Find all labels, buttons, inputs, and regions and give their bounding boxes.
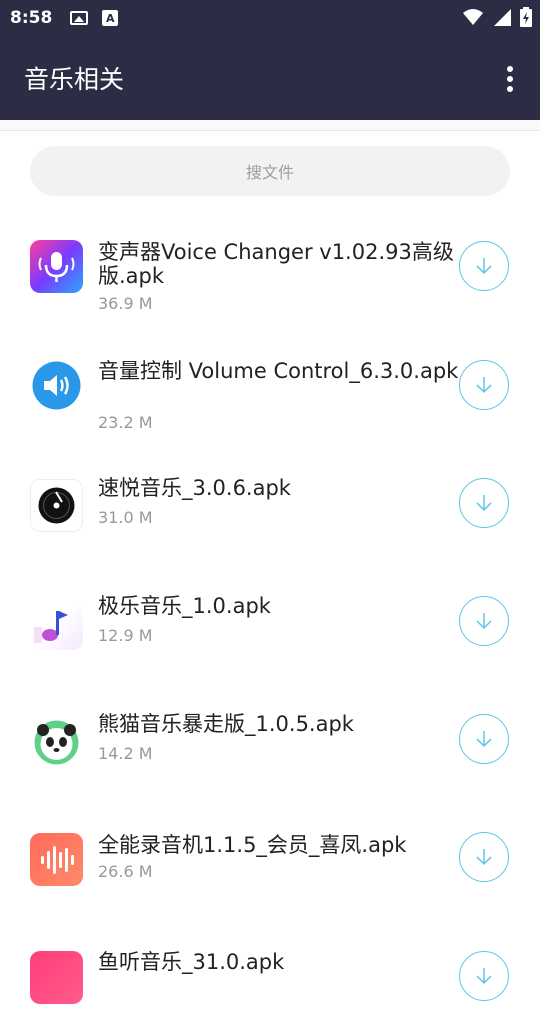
music-note-icon — [30, 597, 83, 650]
divider — [0, 120, 540, 131]
volume-icon — [30, 359, 83, 412]
download-icon — [476, 495, 492, 512]
list-item[interactable]: 极乐音乐_1.0.apk 12.9 M — [0, 563, 540, 681]
file-name: 极乐音乐_1.0.apk — [98, 594, 271, 618]
image-icon — [70, 11, 89, 25]
file-name: 速悦音乐_3.0.6.apk — [98, 476, 291, 500]
file-name: 鱼听音乐_31.0.apk — [98, 950, 285, 974]
download-button[interactable] — [459, 832, 509, 882]
file-name: 全能录音机1.1.5_会员_喜凤.apk — [98, 833, 407, 857]
download-icon — [476, 968, 492, 985]
file-size: 14.2 M — [98, 744, 153, 763]
music-disc-icon — [30, 479, 83, 532]
list-item[interactable]: 鱼听音乐_31.0.apk — [0, 917, 540, 1035]
file-size: 31.0 M — [98, 508, 153, 527]
list-item[interactable]: 熊猫音乐暴走版_1.0.5.apk 14.2 M — [0, 681, 540, 799]
more-vert-icon[interactable] — [506, 66, 514, 92]
search-input[interactable]: 搜文件 — [30, 146, 510, 196]
download-button[interactable] — [459, 478, 509, 528]
download-button[interactable] — [459, 596, 509, 646]
file-name: 变声器Voice Changer v1.02.93高级版.apk — [98, 240, 454, 288]
download-icon — [476, 613, 492, 630]
list-item[interactable]: 变声器Voice Changer v1.02.93高级版.apk 36.9 M — [0, 207, 540, 325]
battery-icon — [520, 7, 532, 27]
file-size: 23.2 M — [98, 413, 153, 432]
file-name: 音量控制 Volume Control_6.3.0.apk — [98, 359, 459, 383]
voice-changer-icon — [30, 240, 83, 293]
search-placeholder: 搜文件 — [245, 163, 294, 182]
fish-music-icon — [30, 951, 83, 1004]
download-button[interactable] — [459, 241, 509, 291]
file-size: 36.9 M — [98, 294, 153, 313]
download-icon — [476, 731, 492, 748]
file-name: 熊猫音乐暴走版_1.0.5.apk — [98, 712, 354, 736]
list-item[interactable]: 全能录音机1.1.5_会员_喜凤.apk 26.6 M — [0, 799, 540, 917]
download-button[interactable] — [459, 951, 509, 1001]
a-icon: A — [102, 10, 119, 26]
download-icon — [476, 258, 492, 275]
status-right-icons — [462, 7, 532, 27]
signal-icon — [494, 9, 511, 26]
status-time: 8:58 — [10, 8, 53, 28]
download-button[interactable] — [459, 360, 509, 410]
file-size: 12.9 M — [98, 626, 153, 645]
audio-wave-icon — [30, 833, 83, 886]
wifi-icon — [463, 9, 483, 25]
panda-icon — [30, 716, 83, 769]
download-icon — [476, 377, 492, 394]
list-item[interactable]: 音量控制 Volume Control_6.3.0.apk 23.2 M — [0, 326, 540, 444]
file-size: 26.6 M — [98, 862, 153, 881]
app-bar: 音乐相关 — [0, 36, 540, 120]
download-button[interactable] — [459, 714, 509, 764]
download-icon — [476, 849, 492, 866]
page-title: 音乐相关 — [24, 65, 125, 94]
list-item[interactable]: 速悦音乐_3.0.6.apk 31.0 M — [0, 445, 540, 563]
status-bar: 8:58 A — [0, 0, 540, 36]
